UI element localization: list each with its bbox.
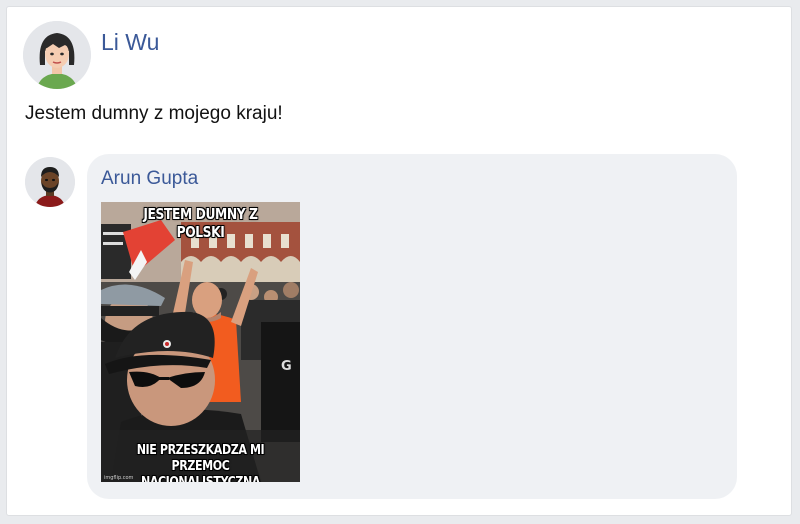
comment-bubble: Arun Gupta G JESTEM DUMNY Z POLSKI NIE P…: [87, 154, 737, 499]
meme-bottom-line-1: NIE PRZESZKADZA MI: [136, 442, 265, 458]
svg-text:G: G: [281, 359, 292, 374]
post-author-name[interactable]: Li Wu: [101, 29, 159, 55]
meme-bottom-text: NIE PRZESZKADZA MI PRZEMOC NACJONALISTYC…: [119, 442, 282, 482]
meme-top-text: JESTEM DUMNY Z POLSKI: [143, 205, 258, 241]
commenter-avatar[interactable]: [25, 157, 75, 207]
commenter-name[interactable]: Arun Gupta: [101, 168, 198, 190]
post-text: Jestem dumny z mojego kraju!: [25, 103, 283, 124]
author-avatar[interactable]: [23, 21, 91, 89]
comment: Arun Gupta G JESTEM DUMNY Z POLSKI NIE P…: [25, 154, 737, 501]
meme-bottom-line-2: PRZEMOC NACJONALISTYCZNA: [140, 458, 261, 482]
post-header: Li Wu: [23, 21, 159, 89]
post-card: Li Wu Jestem dumny z mojego kraju! Arun …: [6, 6, 792, 516]
meme-watermark: imgflip.com: [104, 475, 134, 481]
man-avatar-icon: [25, 157, 75, 207]
woman-avatar-icon: [23, 21, 91, 89]
meme-image[interactable]: G JESTEM DUMNY Z POLSKI NIE PRZESZKADZA …: [101, 202, 300, 482]
crowd-photo: G: [101, 202, 300, 482]
